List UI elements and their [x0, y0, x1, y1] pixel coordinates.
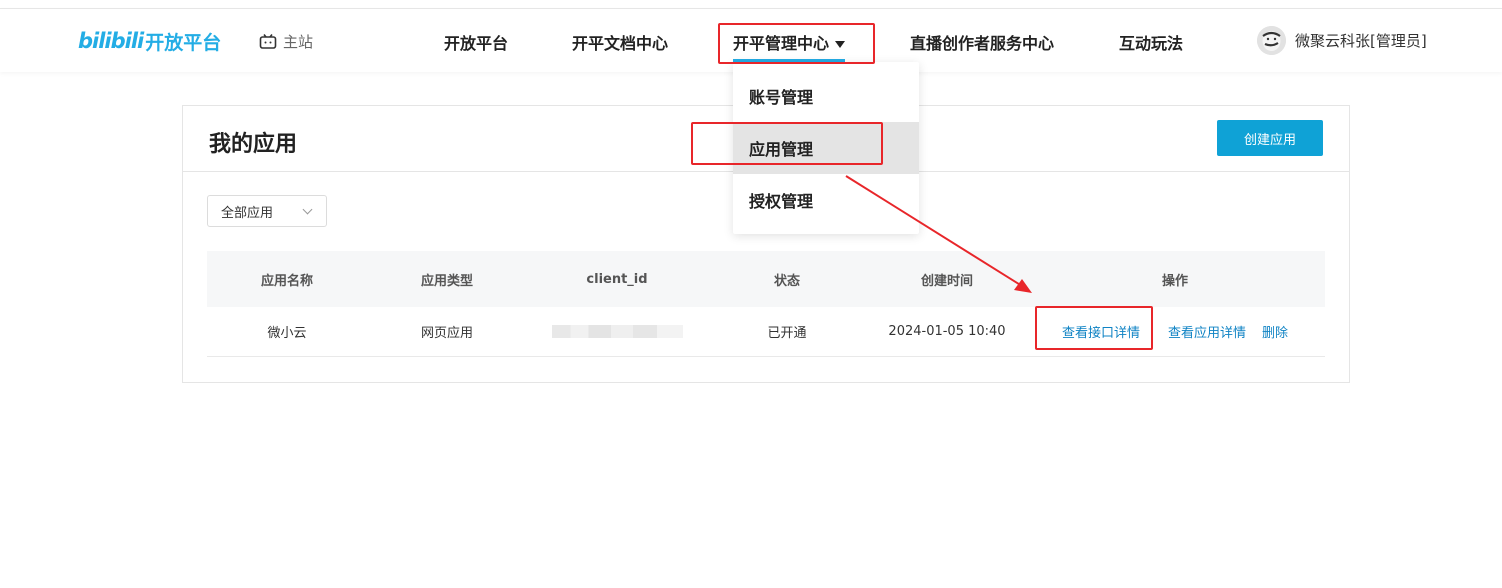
app-filter-select[interactable]: 全部应用	[207, 195, 327, 227]
nav-open-platform[interactable]: 开放平台	[444, 30, 508, 54]
view-app-details-link[interactable]: 查看应用详情	[1165, 307, 1249, 356]
main-site-link[interactable]: 主站	[259, 31, 313, 52]
logo-bili-text: bilibili	[78, 29, 144, 53]
table-header: 应用名称 应用类型 client_id 状态 创建时间 操作	[207, 251, 1325, 307]
apps-table: 应用名称 应用类型 client_id 状态 创建时间 操作 微小云 网页应用 …	[207, 251, 1325, 357]
nav-interactive-play[interactable]: 互动玩法	[1119, 30, 1183, 54]
user-menu[interactable]: 微聚云科张[管理员]	[1257, 26, 1427, 55]
col-created-time: 创建时间	[920, 273, 973, 289]
main-site-label: 主站	[283, 33, 314, 51]
avatar-face-icon	[1257, 26, 1286, 55]
app-type-cell: 网页应用	[420, 326, 473, 341]
avatar	[1257, 26, 1286, 55]
view-app-details-label: 查看应用详情	[1167, 326, 1246, 341]
page-title: 我的应用	[209, 132, 298, 157]
delete-link[interactable]: 删除	[1259, 307, 1291, 356]
col-status: 状态	[773, 273, 800, 289]
app-filter-value: 全部应用	[221, 205, 274, 221]
nav-management-center-label: 开平管理中心	[733, 34, 830, 53]
view-api-details-label: 查看接口详情	[1061, 326, 1140, 341]
menu-item-authorization-management[interactable]: 授权管理	[733, 174, 919, 226]
menu-item-app-management[interactable]: 应用管理	[733, 122, 919, 174]
chevron-down-icon	[302, 204, 313, 215]
col-app-type: 应用类型	[420, 273, 473, 289]
created-time-cell: 2024-01-05 10:40	[888, 324, 1006, 339]
app-name-cell: 微小云	[267, 326, 307, 341]
table-row: 微小云 网页应用 已开通 2024-01-05 10:40 查看接口详情 查看应…	[207, 307, 1325, 357]
nav-live-creator-center[interactable]: 直播创作者服务中心	[910, 30, 1054, 54]
col-app-name: 应用名称	[260, 273, 313, 289]
col-actions: 操作	[1161, 273, 1188, 289]
tv-icon	[259, 34, 277, 49]
delete-label: 删除	[1261, 326, 1288, 341]
user-name: 微聚云科张[管理员]	[1295, 32, 1427, 50]
logo-platform-text: 开放平台	[145, 31, 222, 54]
caret-down-icon	[835, 41, 846, 48]
menu-item-account-management[interactable]: 账号管理	[733, 70, 919, 122]
view-api-details-link[interactable]: 查看接口详情	[1059, 307, 1143, 356]
bilibili-open-platform-logo[interactable]: bilibili 开放平台	[78, 27, 221, 55]
client-id-redacted	[551, 325, 683, 338]
client-id-cell	[547, 307, 687, 356]
create-app-button[interactable]: 创建应用	[1217, 120, 1323, 156]
nav-docs-center[interactable]: 开平文档中心	[572, 30, 668, 54]
nav-management-center[interactable]: 开平管理中心	[733, 30, 846, 54]
col-client-id: client_id	[586, 271, 648, 287]
status-cell: 已开通	[767, 326, 807, 341]
management-center-dropdown: 账号管理 应用管理 授权管理	[733, 62, 919, 234]
